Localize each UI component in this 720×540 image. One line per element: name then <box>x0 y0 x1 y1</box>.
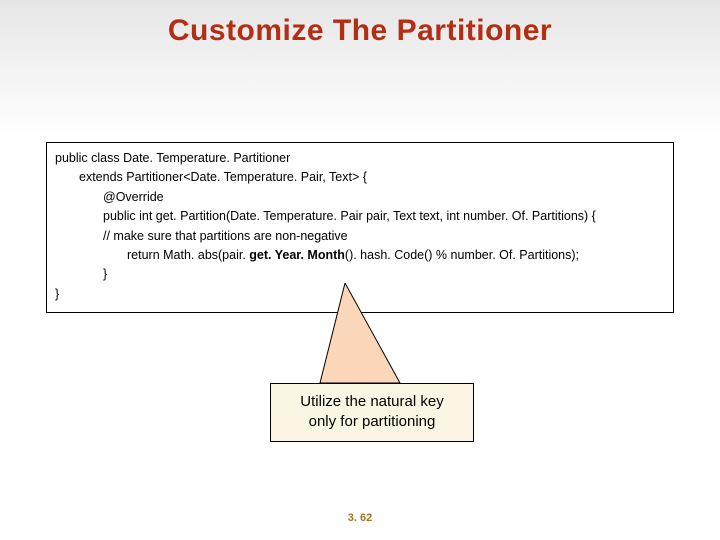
callout-line: Utilize the natural key <box>300 393 443 410</box>
code-text: return Math. abs(pair. <box>127 248 249 262</box>
code-line: // make sure that partitions are non-neg… <box>103 227 665 246</box>
code-line: extends Partitioner<Date. Temperature. P… <box>79 168 665 187</box>
code-bold: get. Year. Month <box>249 248 345 262</box>
callout-box: Utilize the natural key only for partiti… <box>270 383 474 442</box>
code-line: } <box>103 265 665 284</box>
code-line: @Override <box>103 188 665 207</box>
code-line: return Math. abs(pair. get. Year. Month(… <box>127 246 665 265</box>
code-line: public int get. Partition(Date. Temperat… <box>103 207 665 226</box>
page-number: 3. 62 <box>0 512 720 524</box>
callout: Utilize the natural key only for partiti… <box>250 283 510 453</box>
callout-line: only for partitioning <box>309 413 436 430</box>
code-line: public class Date. Temperature. Partitio… <box>55 149 665 168</box>
slide-title: Customize The Partitioner <box>0 14 720 48</box>
code-text: (). hash. Code() % number. Of. Partition… <box>345 248 579 262</box>
slide: Customize The Partitioner public class D… <box>0 0 720 540</box>
